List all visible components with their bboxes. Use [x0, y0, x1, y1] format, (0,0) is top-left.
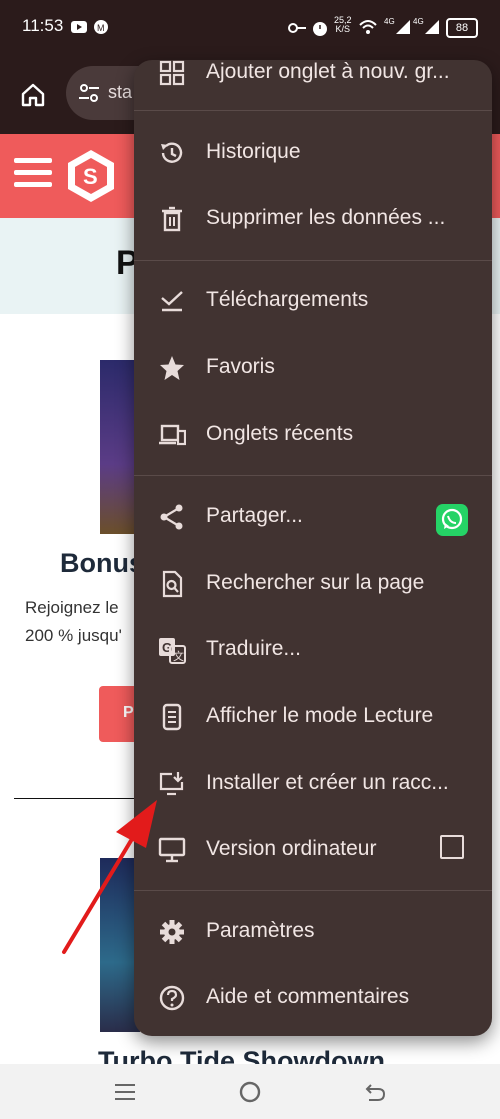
- share-icon: [160, 504, 183, 530]
- menu-item-reader-mode[interactable]: Afficher le mode Lecture: [134, 684, 492, 750]
- menu-separator: [134, 110, 492, 111]
- star-icon: [160, 356, 184, 380]
- whatsapp-icon: [441, 508, 463, 530]
- menu-item-desktop-site[interactable]: Version ordinateur: [134, 817, 492, 883]
- menu-item-label: Traduire...: [206, 637, 301, 660]
- overflow-menu: Ajouter onglet à nouv. gr... Historique …: [134, 60, 492, 1036]
- devices-icon: [159, 424, 186, 446]
- menu-item-label: Rechercher sur la page: [206, 571, 425, 594]
- settings-icon: [160, 920, 184, 944]
- status-time: 11:53: [22, 16, 64, 35]
- recent-apps-icon[interactable]: [114, 1082, 136, 1102]
- svg-text:文: 文: [173, 649, 184, 663]
- menu-item-share[interactable]: Partager...: [134, 484, 492, 550]
- desktop-icon: [158, 837, 186, 863]
- menu-item-recent-tabs[interactable]: Onglets récents: [134, 402, 492, 468]
- menu-item-history[interactable]: Historique: [134, 120, 492, 186]
- back-icon[interactable]: [364, 1081, 386, 1103]
- menu-item-label: Onglets récents: [206, 422, 354, 445]
- site-logo-icon: S: [68, 150, 114, 202]
- key-alarm-icons: [288, 22, 327, 36]
- notification-icons: M: [71, 20, 108, 34]
- site-logo-letter: S: [83, 164, 98, 189]
- install-app-icon: [159, 772, 184, 796]
- svg-text:M: M: [97, 23, 105, 33]
- menu-separator: [134, 260, 492, 261]
- url-text[interactable]: sta: [108, 82, 132, 103]
- site-menu-icon[interactable]: [14, 156, 52, 190]
- net-speed-unit: K/S: [335, 24, 351, 34]
- status-bar: 11:53 M 25,2 K/S 4G 4G 88: [0, 0, 500, 56]
- menu-item-label: Historique: [206, 140, 301, 163]
- find-in-page-icon: [162, 570, 183, 598]
- menu-item-install-app[interactable]: Installer et créer un racc...: [134, 751, 492, 817]
- signal-icon-1: [396, 20, 410, 34]
- menu-item-label: Paramètres: [206, 919, 315, 942]
- system-navigation-bar: [0, 1064, 500, 1119]
- menu-item-add-to-group[interactable]: Ajouter onglet à nouv. gr...: [134, 60, 492, 106]
- bonus-description-line: Rejoignez le: [25, 598, 119, 617]
- bonus-title: Bonus: [60, 548, 144, 578]
- whatsapp-share-button[interactable]: [436, 504, 468, 536]
- signal-icon-2: [425, 20, 439, 34]
- menu-item-find-in-page[interactable]: Rechercher sur la page: [134, 551, 492, 617]
- desktop-site-checkbox[interactable]: [440, 835, 464, 859]
- menu-item-clear-data[interactable]: Supprimer les données ...: [134, 186, 492, 252]
- menu-item-label: Afficher le mode Lecture: [206, 704, 434, 727]
- divider: [14, 798, 144, 799]
- menu-item-label: Ajouter onglet à nouv. gr...: [206, 60, 450, 83]
- battery-icon: 88: [446, 18, 478, 38]
- network-type-2: 4G: [413, 17, 424, 26]
- menu-item-label: Installer et créer un racc...: [206, 771, 449, 794]
- net-speed: 25,2 K/S: [334, 16, 352, 34]
- reader-mode-icon: [162, 703, 182, 731]
- add-to-group-icon: [159, 60, 185, 86]
- menu-item-downloads[interactable]: Téléchargements: [134, 268, 492, 334]
- menu-item-label: Partager...: [206, 504, 303, 527]
- site-settings-icon[interactable]: [78, 82, 100, 104]
- menu-item-label: Supprimer les données ...: [206, 206, 446, 229]
- menu-item-label: Aide et commentaires: [206, 985, 410, 1008]
- menu-item-settings[interactable]: Paramètres: [134, 899, 492, 965]
- home-nav-icon[interactable]: [238, 1080, 262, 1104]
- trash-icon: [162, 206, 182, 232]
- network-type-1: 4G: [384, 17, 395, 26]
- menu-item-translate[interactable]: G文 Traduire...: [134, 617, 492, 683]
- promo-cta-button[interactable]: P: [99, 686, 139, 742]
- menu-item-label: Téléchargements: [206, 288, 369, 311]
- menu-item-bookmarks[interactable]: Favoris: [134, 335, 492, 401]
- download-check-icon: [161, 291, 183, 312]
- translate-icon: G文: [159, 638, 186, 664]
- history-icon: [161, 142, 183, 163]
- bonus-description-line: 200 % jusqu': [25, 626, 122, 645]
- menu-item-label: Version ordinateur: [206, 837, 377, 860]
- promo-cta-label: P: [123, 704, 134, 721]
- wifi-icon: [359, 20, 377, 34]
- menu-item-label: Favoris: [206, 355, 275, 378]
- help-icon: [159, 985, 185, 1011]
- home-icon[interactable]: [20, 82, 46, 108]
- menu-separator: [134, 890, 492, 891]
- menu-separator: [134, 475, 492, 476]
- menu-item-help[interactable]: Aide et commentaires: [134, 965, 492, 1031]
